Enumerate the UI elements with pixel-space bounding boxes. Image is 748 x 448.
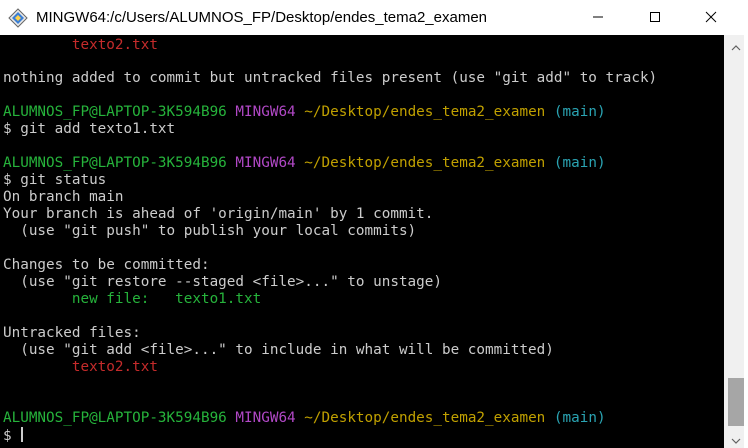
command-line: $ git status [3,172,107,188]
untracked-file: texto2.txt [3,359,158,375]
prompt-line: ALUMNOS_FP@LAPTOP-3K594B96 MINGW64 ~/Des… [3,410,606,426]
staged-file: new file: texto1.txt [3,291,262,307]
prompt-line: ALUMNOS_FP@LAPTOP-3K594B96 MINGW64 ~/Des… [3,104,606,120]
untracked-file-top: texto2.txt [71,37,158,53]
text-cursor [21,427,24,442]
maximize-button[interactable] [632,0,678,35]
close-button[interactable] [688,0,734,35]
status-line: Changes to be committed: [3,257,210,273]
scroll-thumb[interactable] [728,378,744,426]
prompt-line: ALUMNOS_FP@LAPTOP-3K594B96 MINGW64 ~/Des… [3,155,606,171]
status-hint: (use "git add <file>..." to include in w… [3,342,554,358]
command-line: $ git add texto1.txt [3,121,176,137]
title-bar[interactable]: MINGW64:/c/Users/ALUMNOS_FP/Desktop/ende… [0,0,724,35]
background-window-edge [744,0,748,448]
maximize-icon [649,8,661,27]
nothing-added-message: nothing added to commit but untracked fi… [3,70,658,86]
status-line: Untracked files: [3,325,141,341]
terminal-window: MINGW64:/c/Users/ALUMNOS_FP/Desktop/ende… [0,0,724,448]
minimize-icon [592,8,604,27]
chevron-up-icon [731,36,741,55]
status-line: Your branch is ahead of 'origin/main' by… [3,206,434,222]
status-line: On branch main [3,189,124,205]
minimize-button[interactable] [575,0,621,35]
chevron-down-icon [731,429,741,448]
mingw-icon [8,8,28,28]
command-input[interactable]: $ [3,427,24,444]
terminal-output[interactable]: texto2.txt nothing added to commit but u… [0,35,724,448]
close-icon [705,8,717,27]
window-title: MINGW64:/c/Users/ALUMNOS_FP/Desktop/ende… [36,9,488,26]
status-hint: (use "git restore --staged <file>..." to… [3,274,442,290]
status-hint: (use "git push" to publish your local co… [3,223,417,239]
